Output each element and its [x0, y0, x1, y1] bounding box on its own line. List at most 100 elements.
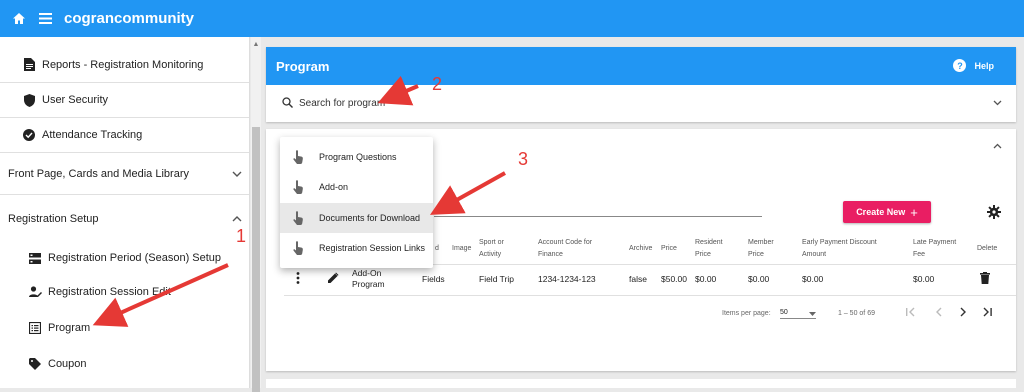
- menu-item-registration-session-links[interactable]: Registration Session Links: [280, 233, 433, 263]
- list-icon: [28, 321, 42, 335]
- header-line: Activity: [479, 251, 502, 258]
- search-input[interactable]: Search for program: [299, 98, 385, 109]
- chevron-down-icon[interactable]: [993, 98, 1002, 109]
- sidebar-item-label: Attendance Tracking: [42, 129, 143, 141]
- pointer-hand-icon: [293, 150, 303, 164]
- person-edit-icon: [28, 285, 42, 299]
- sidebar-item-coupon[interactable]: Coupon: [0, 349, 249, 379]
- column-header-image: Image: [452, 245, 472, 252]
- header-line: Amount: [802, 251, 827, 258]
- edit-icon[interactable]: [328, 272, 339, 286]
- items-per-page-select[interactable]: 50: [780, 303, 816, 319]
- sidebar-item-attendance[interactable]: Attendance Tracking: [0, 118, 249, 153]
- sidebar-scrollbar[interactable]: ▲: [251, 37, 261, 392]
- header-line: Fee: [913, 251, 926, 258]
- gear-icon[interactable]: [987, 205, 1001, 219]
- column-header-archive: Archive: [629, 245, 653, 252]
- sidebar: Reports - Registration Monitoring User S…: [0, 37, 250, 388]
- cell-resident-price: $0.00: [695, 274, 717, 284]
- menu-item-program-questions[interactable]: Program Questions: [280, 142, 433, 172]
- column-header-price: Price: [661, 245, 677, 252]
- cell-line: Program: [352, 279, 385, 289]
- cell-member-price: $0.00: [748, 274, 770, 284]
- cell-name: Add-On Program: [352, 268, 385, 290]
- pointer-hand-icon: [293, 241, 303, 255]
- help-label: Help: [974, 60, 994, 71]
- home-icon[interactable]: [10, 10, 28, 28]
- last-page-icon[interactable]: [982, 307, 992, 319]
- next-page-icon[interactable]: [958, 307, 968, 319]
- sidebar-item-label: Coupon: [48, 358, 87, 370]
- cell-field: Fields: [422, 274, 445, 284]
- sidebar-item-label: Program: [48, 322, 91, 334]
- previous-page-icon[interactable]: [934, 307, 944, 319]
- program-card: Program ? Help Search for program: [266, 47, 1016, 122]
- sidebar-item-label: Registration Session Edit: [48, 286, 171, 298]
- column-header-early-payment: Early Payment Discount Amount: [802, 237, 877, 261]
- section-label: Registration Setup: [8, 213, 99, 225]
- shield-icon: [22, 93, 36, 107]
- top-app-bar: cograncommunity: [0, 0, 1024, 37]
- column-header-late-fee: Late Payment Fee: [913, 237, 956, 261]
- sidebar-item-user-security[interactable]: User Security: [0, 83, 249, 118]
- create-new-button[interactable]: Create New +: [843, 201, 931, 223]
- menu-item-label: Documents for Download: [319, 213, 421, 223]
- pointer-hand-icon: [293, 211, 303, 225]
- sidebar-item-reports[interactable]: Reports - Registration Monitoring: [0, 47, 249, 83]
- callout-number-1: 1: [236, 226, 247, 246]
- cell-archive: false: [629, 274, 647, 284]
- sidebar-section-registration-setup[interactable]: Registration Setup: [0, 195, 249, 243]
- page-range: 1 – 50 of 69: [838, 310, 875, 317]
- search-icon: [282, 96, 293, 111]
- header-line: Member: [748, 239, 774, 246]
- items-per-page-label: Items per page:: [722, 310, 771, 317]
- row-actions-menu: Program Questions Add-on Documents for D…: [280, 137, 433, 268]
- header-line: Resident: [695, 239, 723, 246]
- menu-icon[interactable]: [36, 10, 54, 28]
- menu-item-label: Program Questions: [319, 152, 397, 162]
- column-header-sport: Sport or Activity: [479, 237, 504, 261]
- cell-early-payment: $0.00: [802, 274, 824, 284]
- sidebar-item-registration-period[interactable]: Registration Period (Season) Setup: [0, 243, 249, 273]
- chevron-up-icon: [232, 213, 242, 225]
- help-button[interactable]: ? Help: [953, 59, 994, 72]
- check-circle-icon: [22, 128, 36, 142]
- column-header-delete: Delete: [977, 245, 998, 252]
- first-page-icon[interactable]: [906, 307, 916, 319]
- sidebar-item-label: Registration Period (Season) Setup: [48, 252, 222, 264]
- scroll-thumb[interactable]: [252, 127, 260, 392]
- header-line: Price: [748, 251, 764, 258]
- program-card-header: Program: [266, 47, 1016, 85]
- dropdown-arrow-icon: [809, 311, 816, 318]
- next-card-edge: [266, 379, 1016, 388]
- cell-sport: Field Trip: [479, 274, 514, 284]
- menu-item-documents-for-download[interactable]: Documents for Download: [280, 203, 433, 233]
- menu-item-label: Registration Session Links: [319, 243, 426, 253]
- header-line: Early Payment Discount: [802, 239, 877, 246]
- scroll-up-icon[interactable]: ▲: [252, 41, 260, 49]
- document-icon: [22, 58, 36, 72]
- search-bar[interactable]: Search for program: [266, 85, 1016, 122]
- menu-item-label: Add-on: [319, 182, 349, 192]
- callout-number-3: 3: [518, 149, 529, 169]
- items-per-page-value: 50: [780, 309, 788, 316]
- delete-icon[interactable]: [980, 272, 990, 287]
- sidebar-section-front-page[interactable]: Front Page, Cards and Media Library: [0, 153, 249, 195]
- section-label: Front Page, Cards and Media Library: [8, 167, 189, 180]
- plus-icon: +: [910, 204, 918, 220]
- header-line: Sport or: [479, 239, 504, 246]
- header-line: Finance: [538, 251, 563, 258]
- create-new-label: Create New: [856, 207, 906, 217]
- menu-item-add-on[interactable]: Add-on: [280, 172, 433, 202]
- filter-input[interactable]: [434, 216, 762, 217]
- sidebar-item-program[interactable]: Program: [0, 313, 249, 343]
- chevron-up-icon[interactable]: [993, 141, 1002, 152]
- sidebar-item-session-edit[interactable]: Registration Session Edit: [0, 277, 249, 307]
- app-title: cograncommunity: [64, 10, 195, 27]
- more-vert-icon[interactable]: [296, 272, 300, 287]
- page-title: Program: [276, 58, 330, 74]
- pointer-hand-icon: [293, 180, 303, 194]
- sidebar-item-label: User Security: [42, 94, 109, 106]
- sidebar-item-label: Reports - Registration Monitoring: [42, 58, 204, 71]
- tag-icon: [28, 357, 42, 371]
